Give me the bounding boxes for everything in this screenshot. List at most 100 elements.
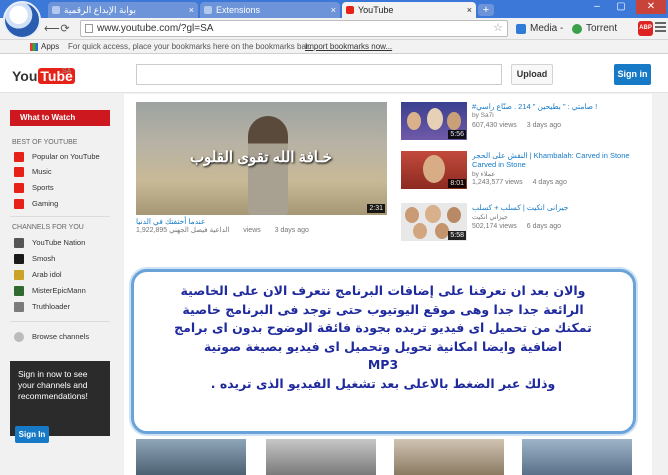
channel-avatar-icon [14, 238, 24, 248]
video-thumbnail[interactable]: 5:56 [401, 102, 467, 140]
thumbnail-face [413, 223, 427, 239]
side-video[interactable]: 5:56 ! صامتي : " بطيحين " 214 . صنّاع را… [401, 102, 649, 140]
maximize-button[interactable]: ▢ [610, 0, 632, 14]
menu-icon[interactable] [655, 22, 666, 34]
plus-icon [14, 332, 24, 342]
video-title[interactable]: النقش على الحجر | Khambalah: Carved in S… [472, 151, 647, 160]
video-thumbnail[interactable] [136, 439, 246, 475]
apps-link[interactable]: Apps [41, 40, 59, 54]
popular-icon [14, 152, 24, 162]
import-bookmarks-link[interactable]: Import bookmarks now... [305, 40, 392, 54]
thumbnail-face [435, 223, 449, 239]
guide-channel-arab-idol[interactable]: Arab idol [14, 269, 118, 281]
minimize-button[interactable]: – [586, 0, 608, 14]
sports-icon [14, 183, 24, 193]
guide-channel-misterepicmann[interactable]: MisterEpicMann [14, 285, 118, 297]
guide-item-sports[interactable]: Sports [14, 182, 118, 194]
bookmarks-hint: For quick access, place your bookmarks h… [68, 42, 311, 51]
tab-label: YouTube [358, 5, 394, 15]
page-icon [85, 24, 93, 33]
annotation-line: MP3 [367, 357, 399, 372]
thumbnail-face [447, 112, 461, 130]
close-tab-icon[interactable]: × [467, 2, 472, 18]
browser-tab-strip: بوابة الإبداع الرقمية × Extensions × You… [0, 0, 668, 18]
sign-in-promo: Sign in now to see your channels and rec… [10, 361, 110, 436]
guide-item-label: Music [32, 167, 52, 176]
upload-button[interactable]: Upload [511, 64, 553, 85]
channel-avatar-icon [14, 302, 24, 312]
apps-icon[interactable] [30, 43, 38, 51]
youtube-favicon-icon [346, 6, 354, 14]
video-thumbnail[interactable]: 5:58 [401, 203, 467, 241]
video-title[interactable]: جيزانى انكيت | كسلب + كسلب [472, 203, 647, 212]
featured-channel[interactable]: الداعية فيصل الجهني [169, 227, 229, 234]
guide-item-popular[interactable]: Popular on YouTube [14, 151, 118, 163]
guide-item-label: YouTube Nation [32, 238, 86, 247]
tab-favicon [52, 6, 60, 14]
guide-item-music[interactable]: Music [14, 166, 118, 178]
tab-label: Extensions [216, 5, 261, 15]
tab-youtube[interactable]: YouTube × [342, 2, 476, 18]
url-text: www.youtube.com/?gl=SA [97, 23, 214, 34]
close-tab-icon[interactable]: × [331, 2, 336, 18]
video-thumbnail[interactable] [266, 439, 376, 475]
adblock-icon[interactable]: ABP [638, 21, 653, 36]
featured-video-title[interactable]: عندما أختفتك في الدنيا [136, 217, 387, 226]
back-icon[interactable]: ⟵ [44, 22, 60, 36]
star-icon[interactable]: ☆ [493, 21, 503, 36]
best-of-youtube-header: BEST OF YOUTUBE [12, 139, 78, 146]
video-age: 3 days ago [526, 122, 562, 129]
annotation-line: تمكنك من تحميل اى فيديو تريده بجودة فائق… [174, 320, 592, 335]
guide-item-gaming[interactable]: Gaming [14, 198, 118, 210]
video-thumbnail[interactable] [522, 439, 632, 475]
what-to-watch-button[interactable]: What to Watch [10, 110, 110, 126]
address-bar[interactable]: www.youtube.com/?gl=SA ☆ [80, 20, 508, 37]
featured-video-meta: الداعية فيصل الجهني 1,922,895 views 3 da… [136, 226, 387, 234]
music-icon [14, 167, 24, 177]
close-window-button[interactable]: ✕ [636, 0, 666, 14]
torrent-label: Torrent [586, 23, 618, 34]
channel-avatar-icon [14, 254, 24, 264]
thumbnail-face [423, 155, 445, 183]
video-channel[interactable]: by Sa7i [472, 112, 494, 119]
video-meta: 502,174 views 6 days ago [472, 223, 561, 230]
guide-item-label: Smosh [32, 254, 56, 263]
browse-channels-link[interactable]: Browse channels [14, 331, 118, 343]
side-video[interactable]: 8:01 النقش على الحجر | Khambalah: Carved… [401, 151, 649, 189]
sign-in-button[interactable]: Sign in [614, 64, 651, 85]
guide-item-label: MisterEpicMann [32, 286, 86, 295]
guide-channel-youtube-nation[interactable]: YouTube Nation [14, 237, 118, 249]
video-channel[interactable]: by عملاء [472, 170, 495, 178]
annotation-line: وذلك عبر الضغط بالاعلى بعد تشغيل الفيديو… [210, 375, 556, 391]
guide-channel-truthloader[interactable]: Truthloader [14, 301, 118, 313]
annotation-callout: والان بعد ان تعرفنا على إضافات البرنامج … [131, 269, 636, 434]
video-thumbnail[interactable] [394, 439, 504, 475]
promo-sign-in-button[interactable]: Sign In [15, 426, 49, 443]
guide-channel-smosh[interactable]: Smosh [14, 253, 118, 265]
video-title-line2[interactable]: Carved in Stone [472, 160, 647, 169]
torrent-icon [572, 24, 582, 34]
tab-extensions[interactable]: Extensions × [200, 2, 340, 18]
video-views: 607,430 views [472, 122, 517, 129]
guide-item-label: Gaming [32, 199, 59, 208]
media-extension-button[interactable]: Media - [516, 22, 563, 36]
views-label: views [243, 227, 261, 234]
side-video[interactable]: 5:58 جيزانى انكيت | كسلب + كسلب جيزاني ا… [401, 203, 649, 241]
new-tab-button[interactable]: + [478, 4, 494, 16]
video-thumbnail[interactable]: 8:01 [401, 151, 467, 189]
bookmarks-bar: Apps For quick access, place your bookma… [0, 40, 668, 54]
close-tab-icon[interactable]: × [189, 2, 194, 18]
guide-divider [10, 321, 110, 322]
channel-avatar-icon [14, 270, 24, 280]
reload-icon[interactable]: ⟳ [58, 22, 72, 36]
video-title[interactable]: ! صامتي : " بطيحين " 214 . صنّاع راسي# [472, 102, 647, 111]
torrent-extension-button[interactable]: Torrent [572, 22, 617, 36]
tab-digital-portal[interactable]: بوابة الإبداع الرقمية × [48, 2, 198, 18]
video-channel[interactable]: جيزاني انكيت [472, 213, 508, 221]
video-meta: 1,243,577 views 4 days ago [472, 179, 567, 186]
guide-item-label: Popular on YouTube [32, 152, 100, 161]
youtube-logo[interactable]: You Tube SA [12, 67, 75, 85]
featured-video-thumbnail[interactable]: خـافة الله تقوى القلوب 2:31 [136, 102, 387, 215]
browser-logo-icon [3, 1, 41, 39]
search-input[interactable] [136, 64, 502, 85]
